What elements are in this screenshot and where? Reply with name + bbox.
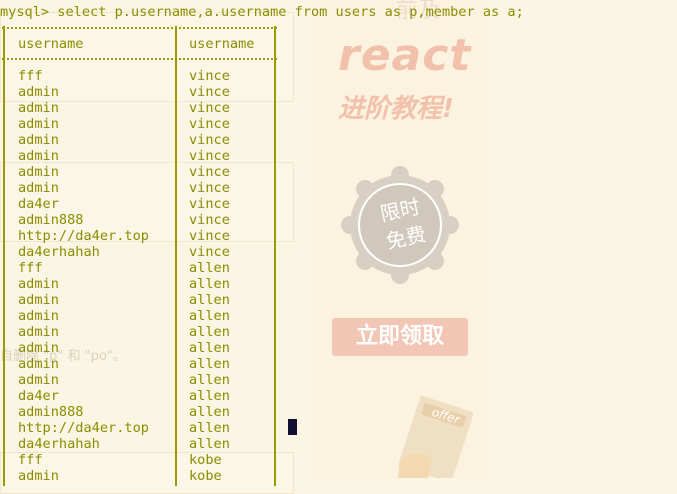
table-border [274,26,276,486]
table-cell-member: kobe [189,468,222,484]
table-cell-user: admin [18,324,59,340]
table-cell-user: admin [18,468,59,484]
table-cell-user: http://da4er.top [18,228,149,244]
command-line: mysql> select p.username,a.username from… [0,4,524,20]
table-cell-user: admin [18,132,59,148]
book-illustration-icon: offer [398,395,474,478]
table-cell-member: allen [189,404,230,420]
table-cell-user: admin [18,292,59,308]
table-cell-member: vince [189,212,230,228]
terminal-cursor [288,419,297,435]
table-cell-member: vince [189,196,230,212]
table-cell-member: allen [189,340,230,356]
table-cell-user: admin [18,308,59,324]
table-cell-user: da4erhahah [18,244,100,260]
table-cell-user: fff [18,452,43,468]
table-cell-user: admin [18,356,59,372]
table-cell-member: allen [189,292,230,308]
ad-title: react [338,30,472,81]
table-cell-member: allen [189,308,230,324]
column-header: username [189,36,255,52]
table-cell-member: allen [189,372,230,388]
table-cell-user: admin888 [18,212,84,228]
table-border [175,26,177,486]
table-cell-user: admin [18,180,59,196]
table-cell-member: allen [189,436,230,452]
table-cell-user: da4er [18,388,59,404]
table-cell-user: admin [18,276,59,292]
table-cell-user: fff [18,68,43,84]
table-cell-user: admin [18,100,59,116]
table-border [2,27,277,29]
claim-button[interactable]: 立即领取 [332,318,468,356]
table-cell-member: allen [189,276,230,292]
table-cell-member: vince [189,116,230,132]
table-cell-member: vince [189,68,230,84]
column-header: username [18,36,84,52]
table-cell-user: admin [18,372,59,388]
table-cell-user: http://da4er.top [18,420,149,436]
table-cell-member: kobe [189,452,222,468]
table-border [2,58,277,60]
table-cell-member: allen [189,420,230,436]
table-cell-user: admin [18,116,59,132]
table-cell-member: vince [189,148,230,164]
table-cell-user: admin [18,164,59,180]
table-cell-member: vince [189,84,230,100]
table-cell-user: admin [18,84,59,100]
ad-subtitle: 进阶教程! [338,94,454,124]
table-cell-member: vince [189,100,230,116]
table-cell-member: vince [189,228,230,244]
table-cell-user: admin888 [18,404,84,420]
table-cell-member: vince [189,244,230,260]
table-cell-user: fff [18,260,43,276]
table-cell-user: da4er [18,196,59,212]
table-cell-user: admin [18,340,59,356]
table-border [3,26,5,486]
table-cell-member: vince [189,164,230,180]
table-cell-member: allen [189,324,230,340]
table-cell-member: vince [189,132,230,148]
table-cell-user: admin [18,148,59,164]
table-cell-member: allen [189,260,230,276]
table-cell-member: allen [189,356,230,372]
table-cell-member: vince [189,180,230,196]
table-cell-member: allen [189,388,230,404]
table-cell-user: da4erhahah [18,436,100,452]
